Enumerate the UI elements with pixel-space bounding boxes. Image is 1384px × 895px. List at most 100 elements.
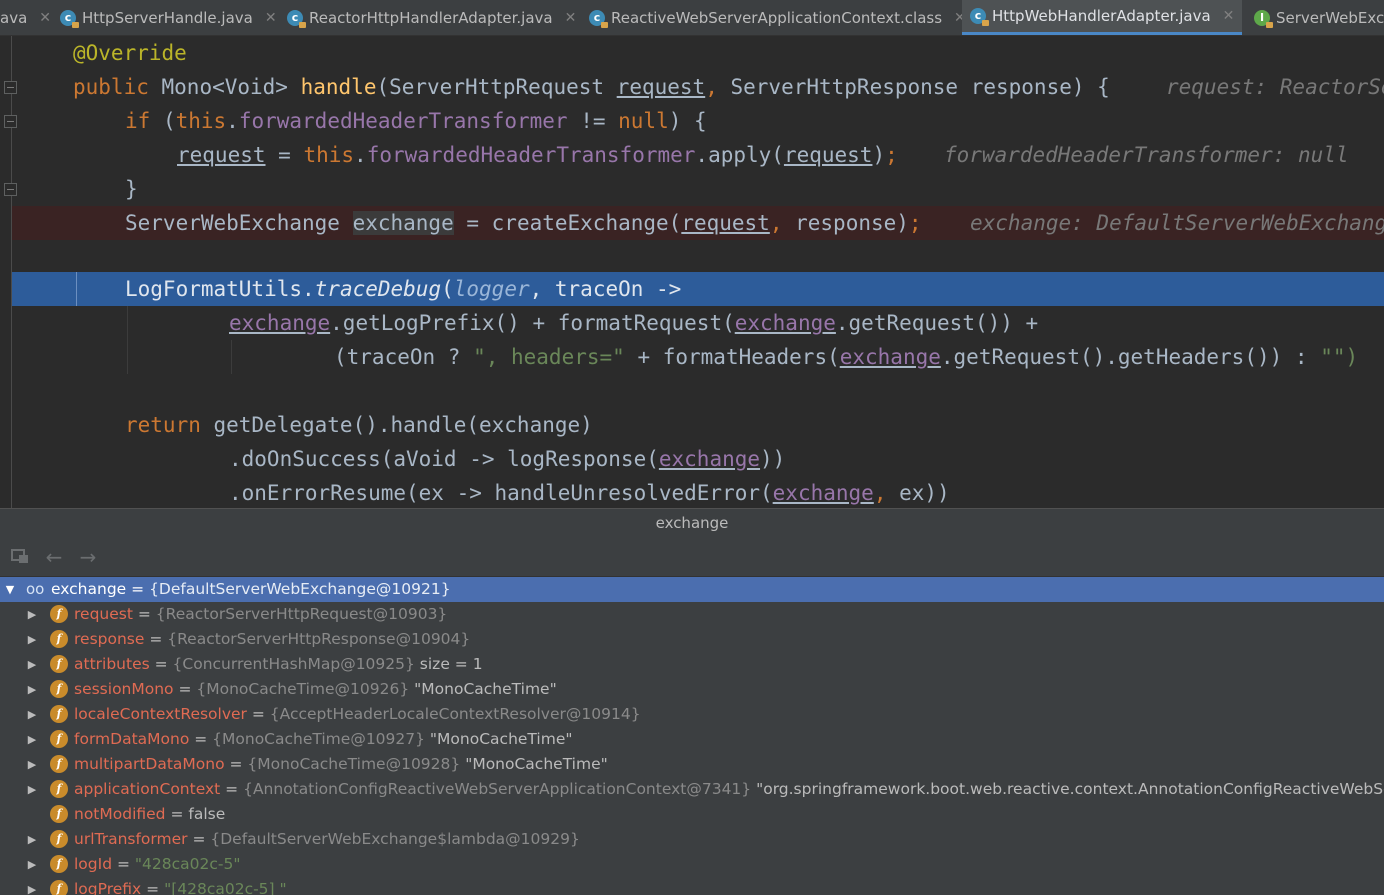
class-icon: [287, 9, 306, 28]
code-text: public Mono<Void> handle(ServerHttpReque…: [73, 70, 1110, 104]
code-token: ex)): [886, 481, 950, 505]
code-token: .getRequest()) +: [835, 311, 1039, 335]
row-text: logPrefix = "[428ca02c-5] ": [74, 877, 287, 895]
code-token: ,: [873, 481, 887, 505]
variable: request: [616, 75, 706, 99]
code-line[interactable]: return getDelegate().handle(exchange): [0, 408, 1384, 442]
pin-icon[interactable]: [9, 546, 31, 568]
code-token: ;: [885, 143, 898, 167]
row-text: response = {ReactorServerHttpResponse@10…: [74, 630, 471, 648]
tab-reactivewebserverapplicationcontext[interactable]: ReactiveWebServerApplicationContext.clas…: [581, 0, 974, 35]
code-line[interactable]: @Override: [0, 36, 1384, 70]
keyword: return: [125, 413, 201, 437]
field-icon: f: [50, 605, 68, 623]
close-icon[interactable]: ✕: [1223, 8, 1235, 24]
tree-row[interactable]: ▶ f attributes = {ConcurrentHashMap@1092…: [0, 652, 1384, 677]
tree-row[interactable]: ▶ f urlTransformer = {DefaultServerWebEx…: [0, 827, 1384, 852]
tab-serverwebexchange[interactable]: ServerWebExch: [1246, 0, 1384, 35]
indent-guide: [231, 340, 232, 374]
expand-arrow-icon[interactable]: ▶: [25, 827, 39, 852]
close-icon[interactable]: ✕: [39, 10, 51, 26]
code-editor[interactable]: @Override public Mono<Void> handle(Serve…: [0, 36, 1384, 508]
tab-label: ava: [0, 8, 28, 27]
expand-arrow-icon[interactable]: ▶: [25, 627, 39, 652]
tree-row[interactable]: ▶ f multipartDataMono = {MonoCacheTime@1…: [0, 752, 1384, 777]
field-extra: "org.springframework.boot.web.reactive.c…: [756, 780, 1384, 798]
variables-tree[interactable]: ▼ oo exchange = {DefaultServerWebExchang…: [0, 577, 1384, 895]
indent-guide: [76, 272, 77, 306]
field-icon: f: [50, 655, 68, 673]
field-ref: {AnnotationConfigReactiveWebServerApplic…: [243, 780, 752, 798]
code-line[interactable]: public Mono<Void> handle(ServerHttpReque…: [0, 70, 1384, 104]
code-text: exchange.getLogPrefix() + formatRequest(…: [229, 306, 1038, 340]
expand-arrow-icon[interactable]: ▶: [25, 777, 39, 802]
code-token: ServerWebExchange: [125, 211, 353, 235]
expand-arrow-icon[interactable]: ▶: [25, 652, 39, 677]
code-token: ;: [908, 211, 922, 235]
tree-row[interactable]: ▶ f formDataMono = {MonoCacheTime@10927}…: [0, 727, 1384, 752]
expand-arrow-icon[interactable]: ▶: [25, 752, 39, 777]
class-icon: [589, 9, 608, 28]
expand-arrow-icon[interactable]: ▶: [25, 727, 39, 752]
tree-row[interactable]: ▶ f response = {ReactorServerHttpRespons…: [0, 627, 1384, 652]
tab-httpserverhandle[interactable]: HttpServerHandle.java ✕: [52, 0, 285, 35]
code-text: (traceOn ? ", headers=" + formatHeaders(…: [334, 340, 1358, 374]
tab-label: HttpServerHandle.java: [82, 8, 253, 27]
field-ref: forwardedHeaderTransformer: [366, 143, 696, 167]
code-token: =: [265, 143, 304, 167]
tree-row[interactable]: ▶ f logPrefix = "[428ca02c-5] ": [0, 877, 1384, 895]
tree-row[interactable]: ▶ f logId = "428ca02c-5": [0, 852, 1384, 877]
code-line[interactable]: }: [0, 172, 1384, 206]
tab-reactorhttphandleradapter[interactable]: ReactorHttpHandlerAdapter.java ✕: [279, 0, 584, 35]
code-token: !=: [567, 109, 619, 133]
row-text: localeContextResolver = {AcceptHeaderLoc…: [74, 705, 641, 723]
tree-row[interactable]: ▶ f request = {ReactorServerHttpRequest@…: [0, 602, 1384, 627]
code-line[interactable]: .onErrorResume(ex -> handleUnresolvedErr…: [0, 476, 1384, 508]
field-ref: {DefaultServerWebExchange$lambda@10929}: [210, 830, 580, 848]
lock-icon: [601, 21, 608, 28]
field-icon: f: [50, 755, 68, 773]
code-token: .getLogPrefix() + formatRequest(: [330, 311, 735, 335]
code-line[interactable]: (traceOn ? ", headers=" + formatHeaders(…: [0, 340, 1384, 374]
close-icon[interactable]: ✕: [565, 10, 577, 26]
tab-partial-java[interactable]: ava ✕: [0, 0, 59, 35]
breakpoint-line[interactable]: ServerWebExchange exchange = createExcha…: [12, 206, 1384, 240]
code-line[interactable]: .doOnSuccess(aVoid -> logResponse(exchan…: [0, 442, 1384, 476]
code-token: )): [760, 447, 786, 471]
expand-arrow-icon[interactable]: ▶: [25, 602, 39, 627]
code-text: ServerWebExchange exchange = createExcha…: [125, 206, 922, 240]
code-token: .doOnSuccess(aVoid -> logResponse(: [229, 447, 659, 471]
keyword: this: [175, 109, 227, 133]
collapse-arrow-icon[interactable]: ▼: [3, 577, 17, 602]
tree-row[interactable]: f notModified = false: [0, 802, 1384, 827]
expand-arrow-icon[interactable]: ▶: [25, 852, 39, 877]
row-text: logId = "428ca02c-5": [74, 855, 241, 873]
field-name: logPrefix: [74, 880, 142, 895]
code-text: LogFormatUtils.traceDebug(logger, traceO…: [125, 272, 681, 306]
code-line[interactable]: request = this.forwardedHeaderTransforme…: [0, 138, 1384, 172]
popup-title[interactable]: exchange: [0, 508, 1384, 538]
forward-arrow-icon[interactable]: →: [77, 546, 99, 568]
back-arrow-icon[interactable]: ←: [43, 546, 65, 568]
expand-arrow-icon[interactable]: ▶: [25, 677, 39, 702]
expand-arrow-icon[interactable]: ▶: [25, 702, 39, 727]
tree-row[interactable]: ▶ f sessionMono = {MonoCacheTime@10926} …: [0, 677, 1384, 702]
expand-arrow-icon[interactable]: ▶: [25, 877, 39, 895]
code-line[interactable]: if (this.forwardedHeaderTransformer != n…: [0, 104, 1384, 138]
code-token: + formatHeaders(: [624, 345, 840, 369]
tab-httpwebhandleradapter[interactable]: HttpWebHandlerAdapter.java ✕: [962, 0, 1242, 35]
code-line[interactable]: exchange.getLogPrefix() + formatRequest(…: [0, 306, 1384, 340]
tab-label: ReactorHttpHandlerAdapter.java: [309, 8, 553, 27]
tree-row[interactable]: ▶ f applicationContext = {AnnotationConf…: [0, 777, 1384, 802]
field-icon: f: [50, 630, 68, 648]
field-icon: f: [50, 805, 68, 823]
field-name: request: [74, 605, 133, 623]
tree-row[interactable]: ▶ f localeContextResolver = {AcceptHeade…: [0, 702, 1384, 727]
code-text: .onErrorResume(ex -> handleUnresolvedErr…: [229, 476, 950, 508]
close-icon[interactable]: ✕: [265, 10, 277, 26]
code-token: .onErrorResume(ex -> handleUnresolvedErr…: [229, 481, 773, 505]
tree-root-row[interactable]: ▼ oo exchange = {DefaultServerWebExchang…: [0, 577, 1384, 602]
execution-point-line[interactable]: LogFormatUtils.traceDebug(logger, traceO…: [12, 272, 1384, 306]
keyword: public: [73, 75, 149, 99]
code-token: LogFormatUtils.: [125, 277, 315, 301]
